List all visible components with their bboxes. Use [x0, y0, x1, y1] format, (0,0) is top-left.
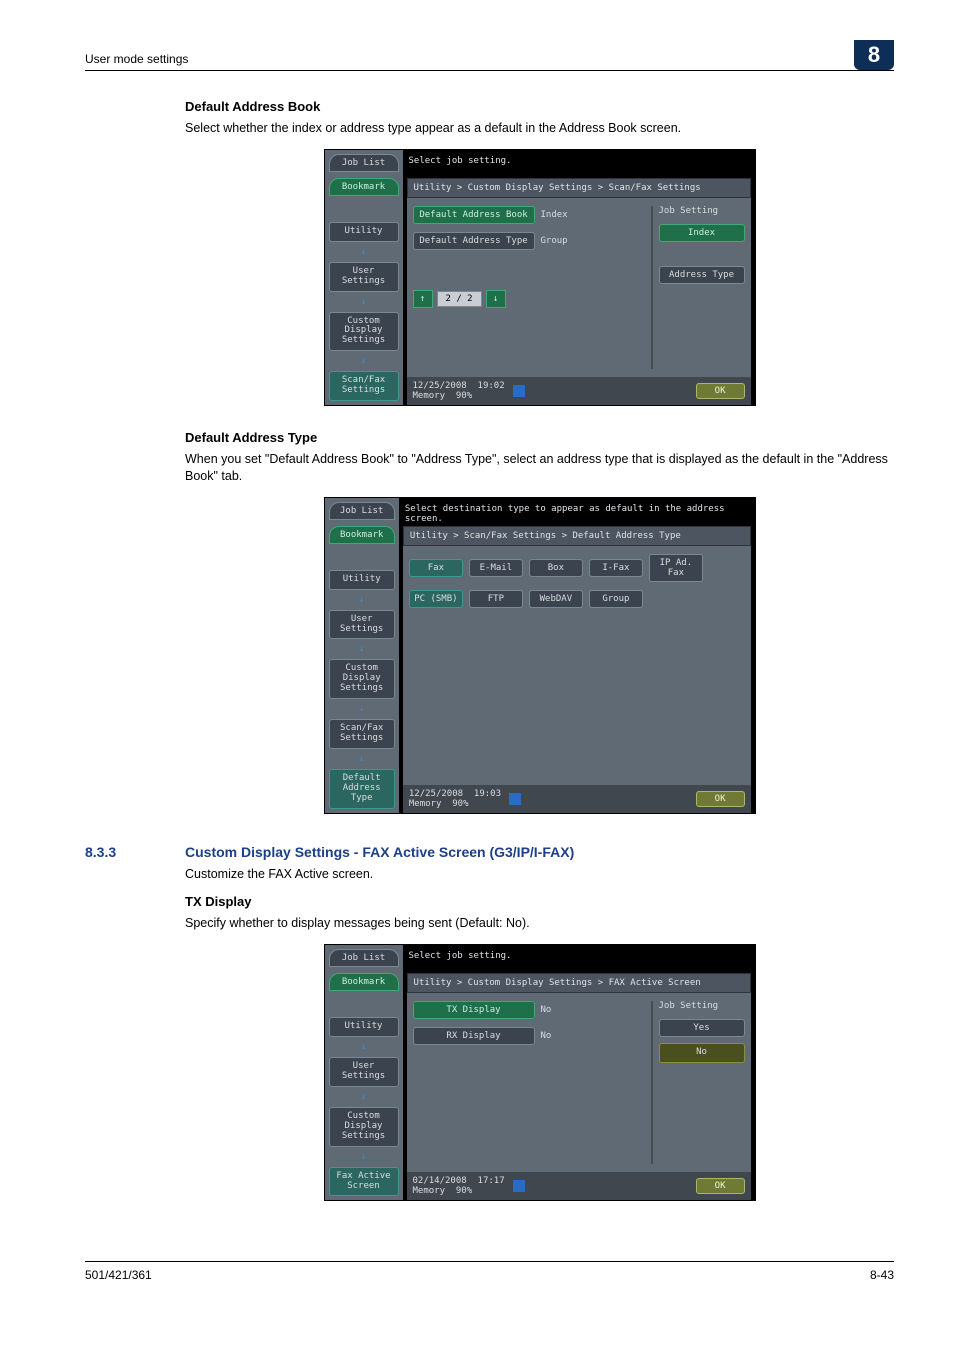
running-header: User mode settings — [85, 52, 188, 66]
status-bar: 02/14/2008 17:17Memory 90% — [413, 1176, 525, 1196]
chip-fax[interactable]: Fax — [409, 559, 463, 577]
tab-job-list[interactable]: Job List — [329, 502, 395, 520]
breadcrumb: Utility > Custom Display Settings > FAX … — [407, 973, 751, 993]
body-text: Customize the FAX Active screen. — [185, 866, 894, 883]
tab-job-list[interactable]: Job List — [329, 949, 399, 967]
setting-default-address-type[interactable]: Default Address Type — [413, 232, 535, 250]
nav-scan-fax-settings[interactable]: Scan/Fax Settings — [329, 371, 399, 401]
tab-bookmark[interactable]: Bookmark — [329, 973, 399, 991]
side-label: Job Setting — [659, 1001, 745, 1011]
heading-tx-display: TX Display — [185, 894, 894, 909]
breadcrumb: Utility > Scan/Fax Settings > Default Ad… — [403, 526, 751, 546]
option-no[interactable]: No — [659, 1043, 745, 1063]
footer-model: 501/421/361 — [85, 1268, 152, 1282]
chip-webdav[interactable]: WebDAV — [529, 590, 583, 608]
nav-utility[interactable]: Utility — [329, 222, 399, 242]
section-number: 8.3.3 — [85, 844, 185, 860]
chip-box[interactable]: Box — [529, 559, 583, 577]
option-yes[interactable]: Yes — [659, 1019, 745, 1037]
status-icon — [513, 385, 525, 397]
screenshot-fax-active-screen: Job List Bookmark Utility ↓ User Setting… — [324, 944, 756, 1201]
section-heading: Custom Display Settings - FAX Active Scr… — [185, 844, 574, 860]
screenshot-default-address-type: Job List Bookmark Utility ↓ User Setting… — [324, 497, 756, 814]
setting-rx-display[interactable]: RX Display — [413, 1027, 535, 1045]
nav-scan-fax-settings[interactable]: Scan/Fax Settings — [329, 719, 395, 749]
footer-page-number: 8-43 — [870, 1268, 894, 1282]
nav-custom-display[interactable]: Custom Display Settings — [329, 1107, 399, 1147]
nav-user-settings[interactable]: User Settings — [329, 610, 395, 640]
arrow-down-icon: ↓ — [329, 1093, 399, 1101]
heading-default-address-book: Default Address Book — [185, 99, 894, 114]
setting-value: Group — [541, 236, 568, 246]
setting-tx-display[interactable]: TX Display — [413, 1001, 535, 1019]
instruction-text: Select destination type to appear as def… — [399, 498, 755, 526]
nav-utility[interactable]: Utility — [329, 570, 395, 590]
ok-button[interactable]: OK — [696, 791, 745, 807]
chip-group[interactable]: Group — [589, 590, 643, 608]
chapter-badge: 8 — [854, 40, 894, 70]
breadcrumb: Utility > Custom Display Settings > Scan… — [407, 178, 751, 198]
instruction-text: Select job setting. — [403, 150, 755, 178]
setting-value: Index — [541, 210, 568, 220]
arrow-down-icon: ↓ — [329, 755, 395, 763]
screenshot-default-address-book: Job List Bookmark Utility ↓ User Setting… — [324, 149, 756, 406]
arrow-down-icon: ↓ — [329, 705, 395, 713]
setting-value: No — [541, 1005, 552, 1015]
arrow-down-icon: ↓ — [329, 1043, 399, 1051]
status-bar: 12/25/2008 19:02Memory 90% — [413, 381, 525, 401]
instruction-text: Select job setting. — [403, 945, 755, 973]
chip-ftp[interactable]: FTP — [469, 590, 523, 608]
page-up-button[interactable]: ↑ — [413, 290, 433, 308]
nav-utility[interactable]: Utility — [329, 1017, 399, 1037]
nav-user-settings[interactable]: User Settings — [329, 262, 399, 292]
arrow-down-icon: ↓ — [329, 645, 395, 653]
arrow-down-icon: ↓ — [329, 298, 399, 306]
page-down-button[interactable]: ↓ — [486, 290, 506, 308]
chip-email[interactable]: E-Mail — [469, 559, 523, 577]
chip-pc-smb[interactable]: PC (SMB) — [409, 590, 463, 608]
tab-bookmark[interactable]: Bookmark — [329, 178, 399, 196]
tab-job-list[interactable]: Job List — [329, 154, 399, 172]
nav-fax-active-screen[interactable]: Fax Active Screen — [329, 1167, 399, 1197]
arrow-down-icon: ↓ — [329, 1153, 399, 1161]
page-indicator: 2 / 2 — [437, 291, 482, 307]
ok-button[interactable]: OK — [696, 383, 745, 399]
setting-default-address-book[interactable]: Default Address Book — [413, 206, 535, 224]
chip-ifax[interactable]: I-Fax — [589, 559, 643, 577]
nav-custom-display[interactable]: Custom Display Settings — [329, 312, 399, 352]
side-label: Job Setting — [659, 206, 745, 216]
status-bar: 12/25/2008 19:03Memory 90% — [409, 789, 521, 809]
status-icon — [509, 793, 521, 805]
nav-user-settings[interactable]: User Settings — [329, 1057, 399, 1087]
body-text: Select whether the index or address type… — [185, 120, 894, 137]
tab-bookmark[interactable]: Bookmark — [329, 526, 395, 544]
status-icon — [513, 1180, 525, 1192]
arrow-down-icon: ↓ — [329, 248, 399, 256]
nav-custom-display[interactable]: Custom Display Settings — [329, 659, 395, 699]
option-index[interactable]: Index — [659, 224, 745, 242]
nav-default-address-type[interactable]: Default Address Type — [329, 769, 395, 809]
setting-value: No — [541, 1031, 552, 1041]
arrow-down-icon: ↓ — [329, 357, 399, 365]
ok-button[interactable]: OK — [696, 1178, 745, 1194]
chip-ip-ad-fax[interactable]: IP Ad. Fax — [649, 554, 703, 582]
arrow-down-icon: ↓ — [329, 596, 395, 604]
heading-default-address-type: Default Address Type — [185, 430, 894, 445]
body-text: Specify whether to display messages bein… — [185, 915, 894, 932]
body-text: When you set "Default Address Book" to "… — [185, 451, 894, 485]
option-address-type[interactable]: Address Type — [659, 266, 745, 284]
